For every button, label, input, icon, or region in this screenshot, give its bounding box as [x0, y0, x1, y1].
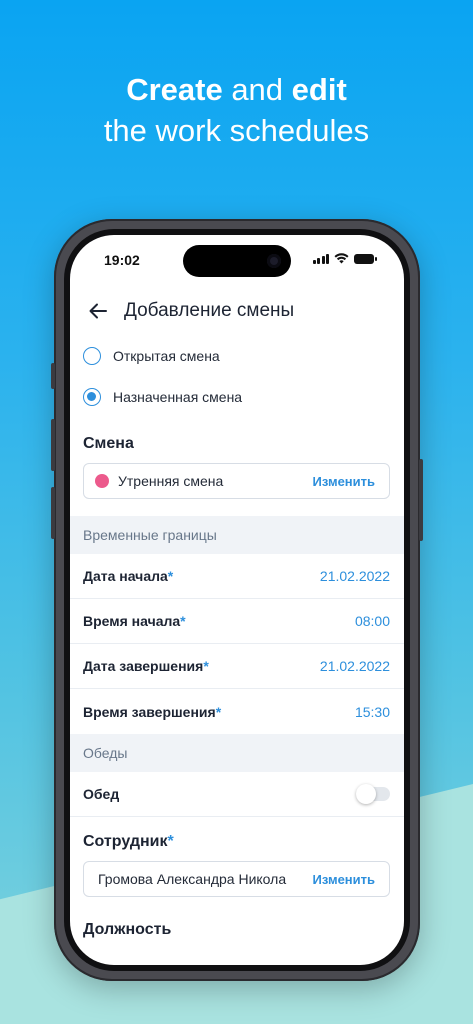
marketing-headline: Create and edit the work schedules: [0, 70, 473, 152]
row-label: Дата завершения: [83, 658, 204, 674]
arrow-left-icon[interactable]: [86, 299, 110, 323]
position-section-title: Должность: [83, 921, 172, 938]
employee-title-text: Сотрудник: [83, 833, 168, 850]
radio-label: Открытая смена: [113, 347, 220, 364]
headline-word-create: Create: [126, 72, 223, 107]
shift-picker[interactable]: Утренняя смена Изменить: [83, 463, 390, 499]
radio-button-unchecked[interactable]: [83, 346, 101, 365]
time-bounds-list: Дата начала* 21.02.2022 Время начала* 08…: [70, 554, 404, 734]
camera-icon: [267, 254, 281, 268]
form-content: Открытая смена Назначенная смена Смена У…: [70, 335, 404, 939]
row-label: Время начала: [83, 613, 181, 629]
radio-button-checked[interactable]: [83, 387, 101, 406]
status-icons: [312, 253, 377, 264]
radio-label: Назначенная смена: [113, 388, 243, 405]
employee-section-title: Сотрудник*: [70, 833, 404, 851]
employee-selected: Громова Александра Никола: [98, 871, 287, 887]
battery-icon: [354, 253, 377, 264]
row-end-date[interactable]: Дата завершения* 21.02.2022: [70, 644, 404, 689]
row-label: Время завершения: [83, 703, 216, 720]
phone-screen: 19:02 Добавление смены Открытая смена На…: [70, 235, 404, 965]
headline-word-and: and: [222, 72, 292, 107]
row-start-date[interactable]: Дата начала* 21.02.2022: [70, 554, 404, 599]
radio-open-shift[interactable]: Открытая смена: [70, 335, 404, 376]
headline-line2: the work schedules: [103, 113, 370, 148]
required-mark: *: [215, 703, 222, 720]
employee-picker[interactable]: Громова Александра Никола Изменить: [83, 861, 390, 897]
row-value[interactable]: 21.02.2022: [320, 568, 390, 584]
radio-assigned-shift[interactable]: Назначенная смена: [70, 376, 404, 417]
page-title: Добавление смены: [124, 300, 295, 321]
row-end-time[interactable]: Время завершения* 15:30: [70, 689, 404, 734]
dynamic-island: [183, 245, 291, 277]
required-mark: *: [203, 658, 209, 674]
row-start-time[interactable]: Время начала* 08:00: [70, 599, 404, 644]
shift-selected: Утренняя смена: [118, 473, 224, 489]
phone-power-button: [419, 459, 423, 541]
status-time: 19:02: [104, 252, 140, 268]
lunch-header: Обеды: [70, 734, 404, 772]
row-value[interactable]: 08:00: [355, 613, 390, 629]
cellular-signal-icon: [312, 253, 329, 264]
row-label: Дата начала: [83, 568, 168, 584]
required-mark: *: [167, 568, 174, 584]
phone-volume-up: [51, 419, 55, 471]
employee-change-button[interactable]: Изменить: [304, 871, 375, 887]
required-mark: *: [180, 613, 186, 629]
app-bar: Добавление смены: [70, 291, 404, 331]
headline-word-edit: edit: [291, 72, 347, 107]
row-value[interactable]: 21.02.2022: [320, 658, 390, 674]
phone-volume-down: [51, 487, 55, 539]
time-bounds-header: Временные границы: [70, 516, 404, 554]
shift-change-button[interactable]: Изменить: [304, 473, 375, 489]
shift-color-dot: [95, 474, 109, 488]
shift-section-title: Смена: [83, 435, 134, 452]
required-mark: *: [167, 833, 174, 850]
row-value[interactable]: 15:30: [355, 704, 390, 720]
lunch-label: Обед: [83, 786, 120, 802]
headline-line1: Create and edit: [0, 70, 473, 110]
lunch-toggle[interactable]: [356, 784, 390, 804]
phone-frame: 19:02 Добавление смены Открытая смена На…: [51, 219, 423, 981]
phone-mute-switch: [51, 363, 55, 389]
wifi-icon: [334, 253, 349, 264]
row-lunch[interactable]: Обед: [70, 772, 404, 817]
